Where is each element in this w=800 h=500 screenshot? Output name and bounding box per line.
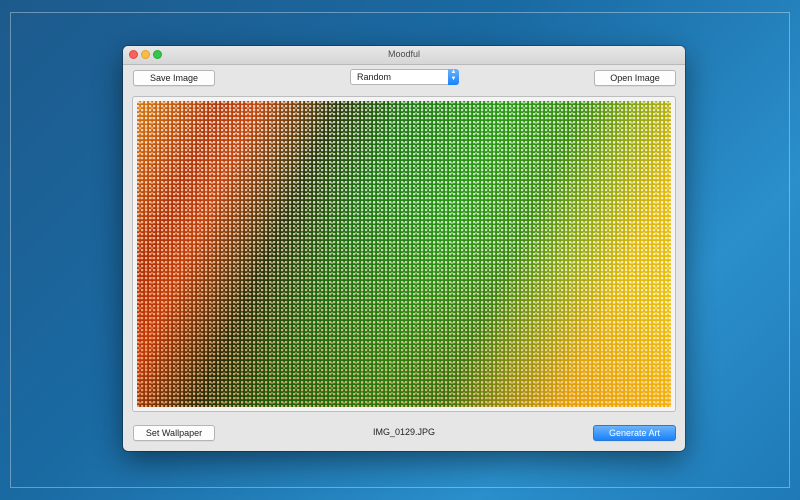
- chevron-up-down-icon[interactable]: ▲ ▼: [448, 69, 459, 85]
- title-bar[interactable]: Moodful: [123, 46, 685, 65]
- generated-art-image: [137, 101, 671, 407]
- mode-select[interactable]: Random ▲ ▼: [350, 69, 459, 85]
- window-title: Moodful: [387, 49, 421, 59]
- open-image-button[interactable]: Open Image: [594, 70, 676, 86]
- mode-select-value: Random: [357, 72, 392, 82]
- art-canvas-frame: [132, 96, 676, 412]
- app-window: Moodful Save Image Random ▲ ▼ Open Image …: [123, 46, 685, 451]
- generate-art-button[interactable]: Generate Art: [593, 425, 676, 441]
- save-image-button[interactable]: Save Image: [133, 70, 215, 86]
